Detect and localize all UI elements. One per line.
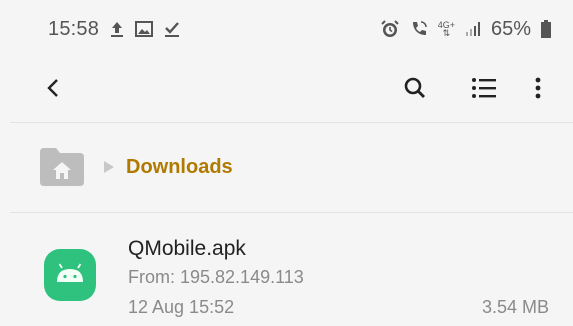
status-right: 4G+ ⇅ 65%: [380, 18, 551, 41]
network-arrows-icon: ⇅: [442, 28, 451, 38]
status-left: 15:58: [48, 18, 181, 41]
android-apk-icon: [44, 249, 96, 301]
toolbar: [0, 58, 573, 120]
alarm-icon: [380, 19, 400, 39]
back-icon[interactable]: [32, 66, 76, 110]
breadcrumb-current[interactable]: Downloads: [126, 156, 233, 179]
more-options-icon[interactable]: [516, 66, 560, 110]
wifi-call-icon: [410, 20, 428, 38]
battery-percent: 65%: [490, 17, 531, 40]
upload-icon: [109, 20, 125, 38]
breadcrumb-separator-icon: [103, 160, 115, 179]
list-view-icon[interactable]: [462, 66, 506, 110]
breadcrumb: Downloads: [0, 122, 573, 212]
file-date: 12 Aug 15:52: [128, 297, 235, 317]
status-time: 15:58: [48, 17, 100, 40]
file-source: From: 195.82.149.113: [128, 267, 304, 287]
signal-icon: [465, 21, 481, 37]
check-download-icon: [163, 20, 181, 38]
image-icon: [135, 21, 154, 37]
list-item[interactable]: QMobile.apk From: 195.82.149.113 12 Aug …: [0, 213, 573, 326]
home-folder-icon[interactable]: [40, 148, 84, 186]
battery-icon: [541, 20, 551, 38]
file-name: QMobile.apk: [128, 237, 246, 260]
file-size: 3.54 MB: [481, 297, 549, 317]
search-icon[interactable]: [393, 66, 437, 110]
network-icon: 4G+ ⇅: [438, 21, 455, 38]
status-bar: 15:58 4G+ ⇅ 65%: [0, 0, 573, 58]
